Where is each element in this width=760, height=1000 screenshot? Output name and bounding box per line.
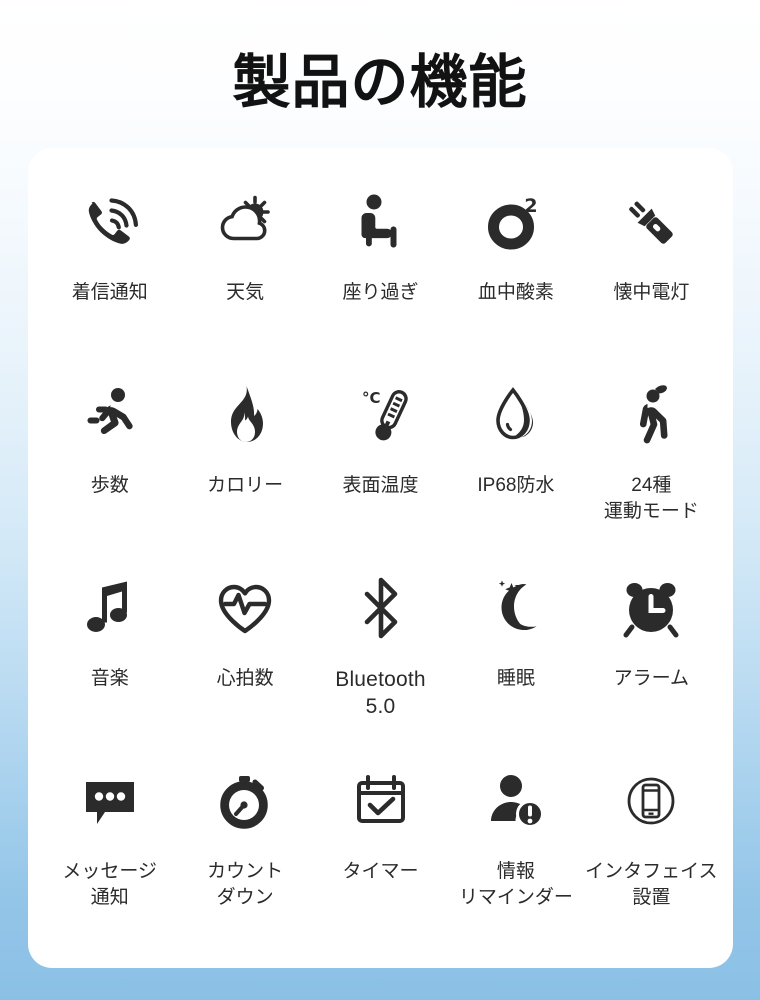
phone-interface-icon <box>611 763 691 839</box>
incoming-call-icon <box>70 184 150 260</box>
feature-cell-heart-rate[interactable]: 心拍数 <box>177 562 312 692</box>
feature-cell-sport-modes[interactable]: 24種 運動モード <box>584 369 719 525</box>
feature-label: アラーム <box>613 668 690 689</box>
weather-cloud-sun-icon <box>205 184 285 260</box>
feature-row: 着信通知 天気 座り過ぎ 2 血中酸素 懐中電灯 <box>42 176 719 369</box>
feature-label: 表面温度 <box>342 475 419 496</box>
feature-label: 懐中電灯 <box>613 282 690 303</box>
feature-label: 天気 <box>226 282 265 303</box>
feature-label: タイマー <box>342 861 419 882</box>
sedentary-sitting-person-icon <box>341 184 421 260</box>
thermometer-celsius-icon: °C <box>341 377 421 453</box>
feature-row: メッセージ 通知 カウント ダウン タイマー 情報 リマインダー インタフェイス… <box>42 755 719 948</box>
feature-label: カウント ダウン <box>207 861 284 908</box>
page-title: 製品の機能 <box>232 48 528 116</box>
feature-label: 歩数 <box>90 475 129 496</box>
feature-label: 着信通知 <box>71 282 148 303</box>
feature-cell-countdown[interactable]: カウント ダウン <box>177 755 312 911</box>
feature-label: メッセージ 通知 <box>62 861 158 908</box>
feature-cell-message-notification[interactable]: メッセージ 通知 <box>42 755 177 911</box>
stretching-person-icon <box>611 377 691 453</box>
running-person-steps-icon <box>70 377 150 453</box>
feature-grid-card: 着信通知 天気 座り過ぎ 2 血中酸素 懐中電灯 歩数 カロリー °C 表面温度… <box>28 148 733 968</box>
feature-cell-flashlight[interactable]: 懐中電灯 <box>584 176 719 306</box>
message-bubble-icon <box>70 763 150 839</box>
feature-row: 歩数 カロリー °C 表面温度 IP68防水 24種 運動モード <box>42 369 719 562</box>
feature-cell-bluetooth[interactable]: Bluetooth 5.0 <box>313 562 448 720</box>
feature-label: 座り過ぎ <box>342 282 419 303</box>
feature-row: 音楽 心拍数 Bluetooth 5.0 睡眠 アラーム <box>42 562 719 755</box>
feature-label: IP68防水 <box>477 475 555 496</box>
calendar-check-timer-icon <box>341 763 421 839</box>
svg-text:°C: °C <box>362 389 381 407</box>
feature-cell-weather[interactable]: 天気 <box>177 176 312 306</box>
feature-label: 情報 リマインダー <box>458 861 573 908</box>
feature-label: 睡眠 <box>496 668 535 689</box>
stopwatch-countdown-icon <box>205 763 285 839</box>
water-drop-icon <box>476 377 556 453</box>
feature-label: 24種 運動モード <box>603 475 699 522</box>
feature-cell-sedentary[interactable]: 座り過ぎ <box>313 176 448 306</box>
alarm-clock-icon <box>611 570 691 646</box>
bluetooth-icon <box>341 570 421 646</box>
feature-cell-music[interactable]: 音楽 <box>42 562 177 692</box>
feature-cell-sleep[interactable]: 睡眠 <box>448 562 583 692</box>
feature-cell-timer[interactable]: タイマー <box>313 755 448 885</box>
feature-cell-blood-oxygen[interactable]: 2 血中酸素 <box>448 176 583 306</box>
feature-label: 音楽 <box>90 668 129 689</box>
feature-cell-waterproof[interactable]: IP68防水 <box>448 369 583 499</box>
feature-cell-info-reminder[interactable]: 情報 リマインダー <box>448 755 583 911</box>
flame-calories-icon <box>205 377 285 453</box>
feature-label: 心拍数 <box>216 668 274 689</box>
moon-star-sleep-icon <box>476 570 556 646</box>
svg-text:2: 2 <box>524 195 537 217</box>
feature-cell-steps[interactable]: 歩数 <box>42 369 177 499</box>
music-note-icon <box>70 570 150 646</box>
feature-label: インタフェイス 設置 <box>585 861 718 908</box>
feature-cell-calories[interactable]: カロリー <box>177 369 312 499</box>
heart-rate-pulse-icon <box>205 570 285 646</box>
blood-oxygen-o2-icon: 2 <box>476 184 556 260</box>
flashlight-icon <box>611 184 691 260</box>
feature-cell-surface-temperature[interactable]: °C 表面温度 <box>313 369 448 499</box>
feature-cell-incoming-call[interactable]: 着信通知 <box>42 176 177 306</box>
person-alert-reminder-icon <box>476 763 556 839</box>
feature-label: 血中酸素 <box>477 282 554 303</box>
feature-label: カロリー <box>207 475 284 496</box>
feature-cell-alarm[interactable]: アラーム <box>584 562 719 692</box>
feature-label: Bluetooth 5.0 <box>335 668 426 718</box>
feature-cell-interface-setting[interactable]: インタフェイス 設置 <box>584 755 719 911</box>
